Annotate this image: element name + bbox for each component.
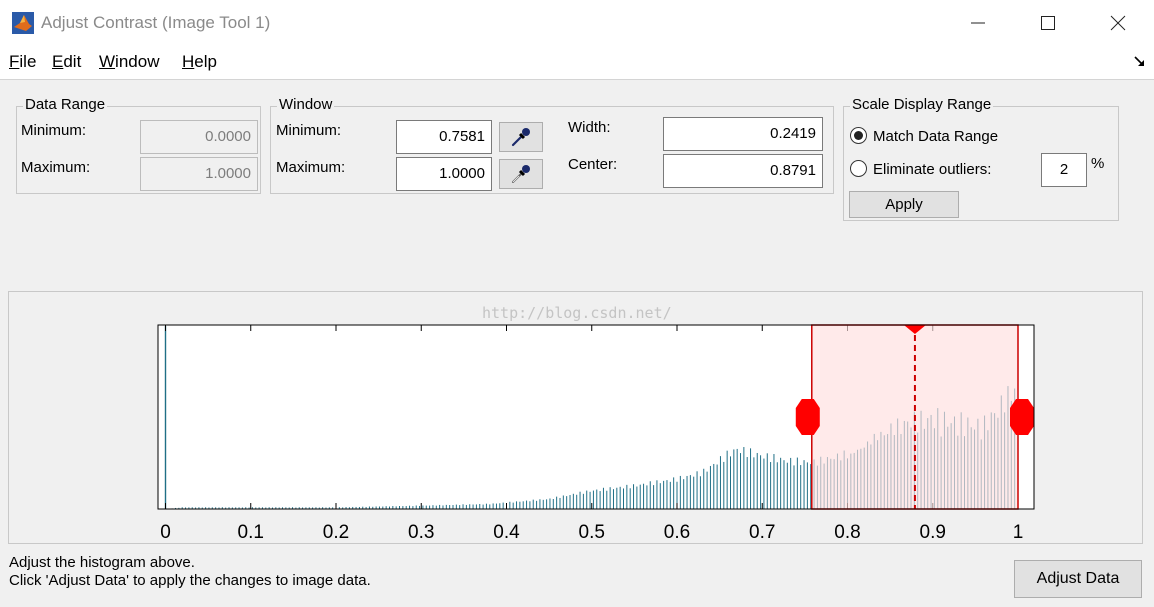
eyedropper-icon	[512, 165, 530, 183]
matlab-icon	[12, 12, 34, 34]
x-tick-label: 0.2	[323, 522, 349, 543]
window-max-field[interactable]: 1.0000	[396, 157, 492, 191]
x-tick-label: 0	[160, 522, 171, 543]
x-tick-label: 0.8	[834, 522, 860, 543]
pick-max-button[interactable]	[499, 159, 543, 189]
data-range-title: Data Range	[23, 96, 108, 113]
title-bar: Adjust Contrast (Image Tool 1)	[0, 0, 1154, 46]
data-range-max-field: 1.0000	[140, 157, 258, 191]
eliminate-outliers-label[interactable]: Eliminate outliers:	[873, 161, 991, 178]
menu-edit[interactable]: Edit	[52, 52, 81, 72]
x-tick-label: 0.5	[579, 522, 605, 543]
x-tick-label: 0.9	[920, 522, 946, 543]
match-data-range-label[interactable]: Match Data Range	[873, 128, 998, 145]
x-tick-label: 0.3	[408, 522, 434, 543]
menu-window[interactable]: Window	[99, 52, 159, 72]
x-tick-label: 1	[1013, 522, 1024, 543]
match-data-range-radio[interactable]	[850, 127, 867, 144]
maximize-button[interactable]	[1025, 0, 1071, 46]
outlier-percent-field[interactable]: 2	[1041, 153, 1087, 187]
status-line-1: Adjust the histogram above.	[9, 554, 195, 571]
close-button[interactable]	[1095, 0, 1141, 46]
x-tick-label: 0.6	[664, 522, 690, 543]
menu-file[interactable]: File	[9, 52, 36, 72]
x-tick-label: 0.1	[238, 522, 264, 543]
percent-sign: %	[1091, 155, 1105, 172]
apply-button[interactable]: Apply	[849, 191, 959, 218]
menu-help[interactable]: Help	[182, 52, 217, 72]
data-range-min-label: Minimum:	[21, 122, 87, 139]
status-line-2: Click 'Adjust Data' to apply the changes…	[9, 572, 371, 589]
center-field[interactable]: 0.8791	[663, 154, 823, 188]
adjust-data-button[interactable]: Adjust Data	[1014, 560, 1142, 598]
center-label: Center:	[568, 156, 618, 173]
eyedropper-icon	[511, 128, 530, 147]
minimize-button[interactable]	[955, 0, 1001, 46]
data-range-min-field: 0.0000	[140, 120, 258, 154]
window-min-field[interactable]: 0.7581	[396, 120, 492, 154]
menu-bar: File Edit Window Help	[0, 46, 1154, 80]
eliminate-outliers-radio[interactable]	[850, 160, 867, 177]
maximize-icon	[1041, 16, 1055, 30]
pick-min-button[interactable]	[499, 122, 543, 152]
x-tick-label: 0.4	[493, 522, 520, 543]
close-icon	[1110, 15, 1126, 31]
min-handle[interactable]	[795, 399, 820, 435]
window-group-title: Window	[277, 96, 335, 113]
minimize-icon	[971, 22, 985, 24]
width-field[interactable]: 0.2419	[663, 117, 823, 151]
max-handle[interactable]	[1010, 399, 1034, 435]
window-min-label: Minimum:	[276, 122, 342, 139]
x-tick-label: 0.7	[749, 522, 775, 543]
dock-arrow-icon[interactable]	[1134, 56, 1146, 68]
histogram-chart[interactable]: 0 0.1 0.2 0.3 0.4 0.5 0.6 0.7 0.8 0.9 1	[150, 318, 1050, 544]
width-label: Width:	[568, 119, 611, 136]
data-range-max-label: Maximum:	[21, 159, 91, 176]
scale-display-title: Scale Display Range	[850, 96, 994, 113]
window-max-label: Maximum:	[276, 159, 346, 176]
window-title: Adjust Contrast (Image Tool 1)	[41, 13, 271, 32]
